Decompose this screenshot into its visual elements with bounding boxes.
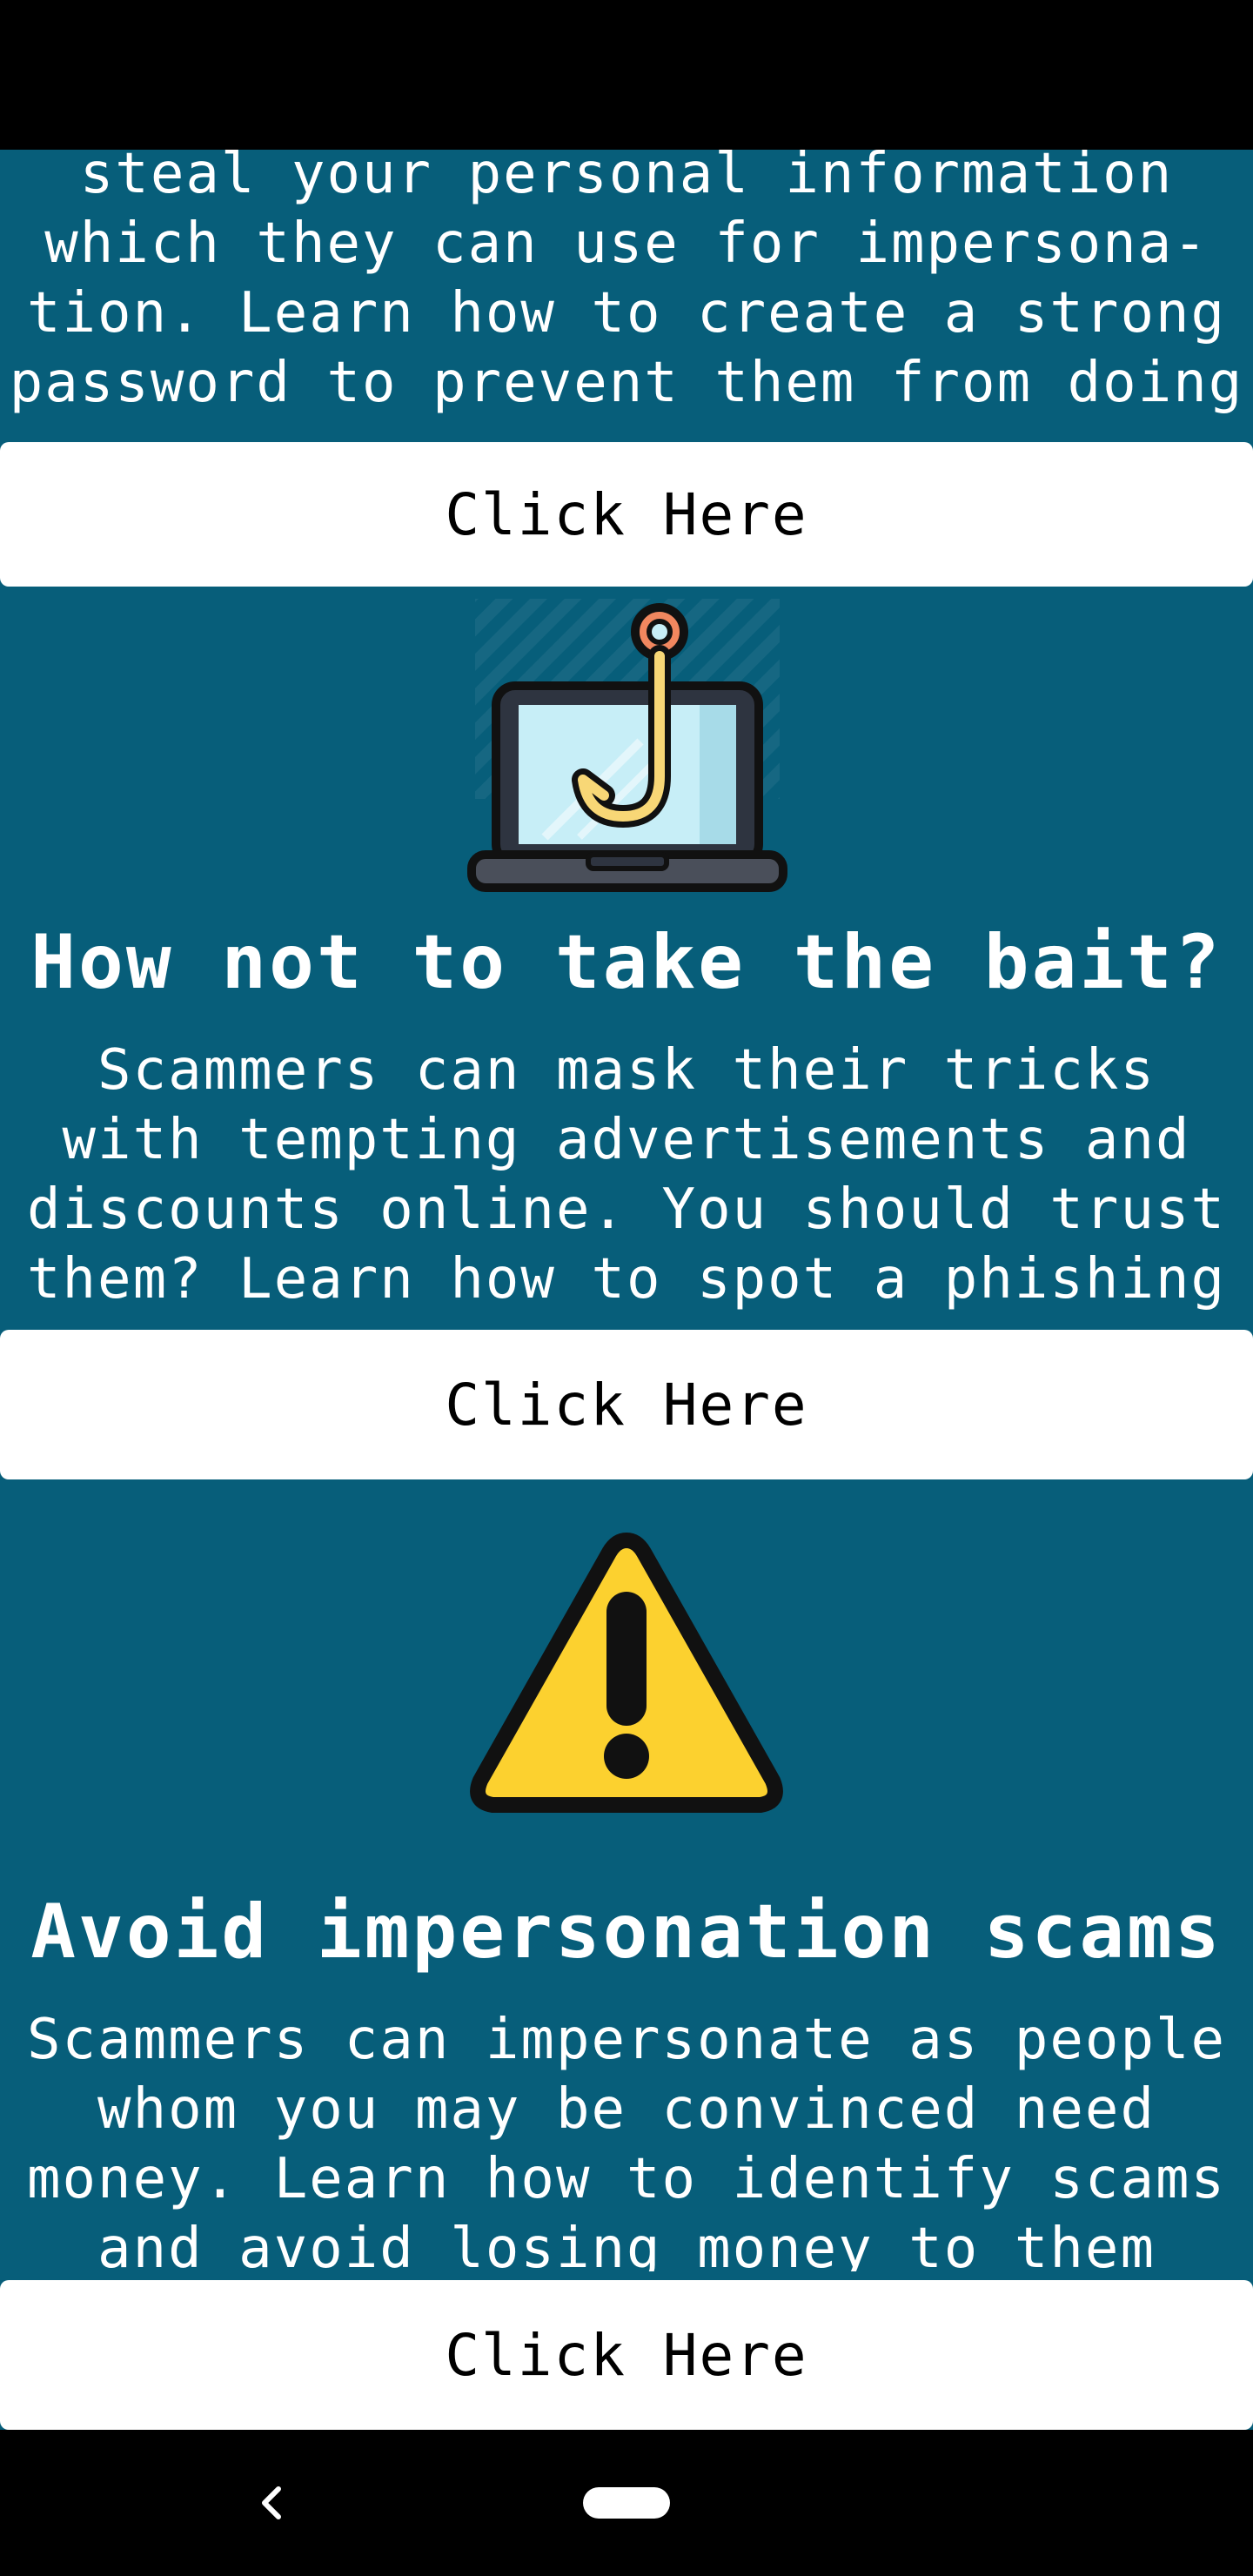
scrollable-content[interactable]: steal your personal information which th… (0, 150, 1253, 2430)
password-click-here-button[interactable]: Click Here (0, 442, 1253, 587)
home-pill-icon[interactable] (583, 2487, 670, 2519)
warning-icon (465, 1525, 788, 1821)
impersonation-section-description: Scammers can impersonate as people whom … (26, 2008, 1227, 2271)
impersonation-click-here-button[interactable]: Click Here (0, 2280, 1253, 2430)
laptop-fishing-hook-icon (466, 594, 788, 900)
status-bar (0, 0, 1253, 150)
chevron-left-icon[interactable] (252, 2482, 291, 2524)
password-section-description: steal your personal information which th… (9, 150, 1244, 415)
phishing-click-here-button[interactable]: Click Here (0, 1330, 1253, 1479)
phishing-section-heading: How not to take the bait? (30, 919, 1223, 1006)
impersonation-section-heading: Avoid impersonation scams (30, 1888, 1223, 1976)
phishing-section-description: Scammers can mask their tricks with temp… (26, 1038, 1227, 1311)
